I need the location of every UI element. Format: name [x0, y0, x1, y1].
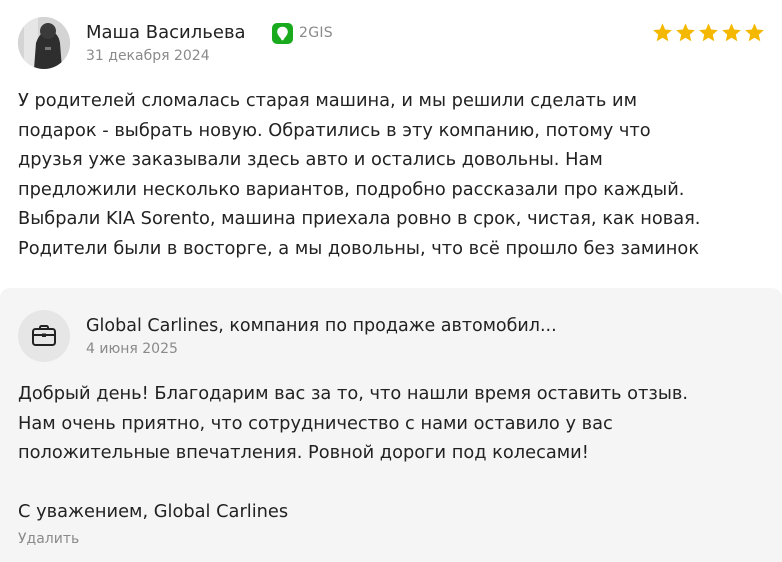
- review-text-line: Выбрали KIA Sorento, машина приехала ров…: [18, 208, 701, 230]
- review-source: 2GIS: [272, 22, 333, 44]
- review-text-line: У родителей сломалась старая машина, и м…: [18, 90, 638, 111]
- reply-text-line: положительные впечатления. Ровной дороги…: [18, 442, 589, 464]
- review-text-line: подарок - выбрать новую. Обратились в эт…: [18, 119, 651, 141]
- review-text-line: Родители были в восторге, а мы довольны,…: [18, 237, 700, 259]
- reply-text-line: Добрый день! Благодарим вас за то, что н…: [18, 383, 689, 404]
- delete-reply-link[interactable]: Удалить: [18, 531, 79, 548]
- company-reply: Global Carlines, компания по продаже авт…: [0, 288, 782, 562]
- review-source-name: 2GIS: [299, 25, 333, 41]
- reply-text-line: [18, 468, 778, 498]
- review-text-line: друзья уже заказывали здесь авто и остал…: [18, 149, 603, 171]
- star-icon: [745, 23, 764, 42]
- reply-text: Добрый день! Благодарим вас за то, что н…: [18, 379, 778, 527]
- company-name[interactable]: Global Carlines, компания по продаже авт…: [86, 315, 557, 337]
- star-icon: [676, 23, 695, 42]
- review-card: Маша Васильева 2GIS 31 декабря 2024 У ро…: [0, 0, 782, 288]
- author-name[interactable]: Маша Васильева: [86, 22, 246, 44]
- rating-stars: [652, 22, 765, 43]
- star-icon: [653, 23, 672, 42]
- reply-text-line: С уважением, Global Carlines: [18, 501, 289, 523]
- author-avatar-photo: [18, 17, 70, 69]
- review-text-line: предложили несколько вариантов, подробно…: [18, 178, 685, 200]
- review-text: У родителей сломалась старая машина, и м…: [18, 86, 778, 264]
- star-icon: [699, 23, 718, 42]
- reply-date: 4 июня 2025: [86, 341, 178, 357]
- reply-text-line: Нам очень приятно, что сотрудничество с …: [18, 412, 613, 434]
- briefcase-icon: [32, 325, 56, 346]
- 2gis-logo-icon: [272, 22, 293, 44]
- review-date: 31 декабря 2024: [86, 48, 210, 64]
- company-avatar: [18, 310, 70, 362]
- star-icon: [722, 23, 741, 42]
- author-avatar[interactable]: [18, 17, 70, 69]
